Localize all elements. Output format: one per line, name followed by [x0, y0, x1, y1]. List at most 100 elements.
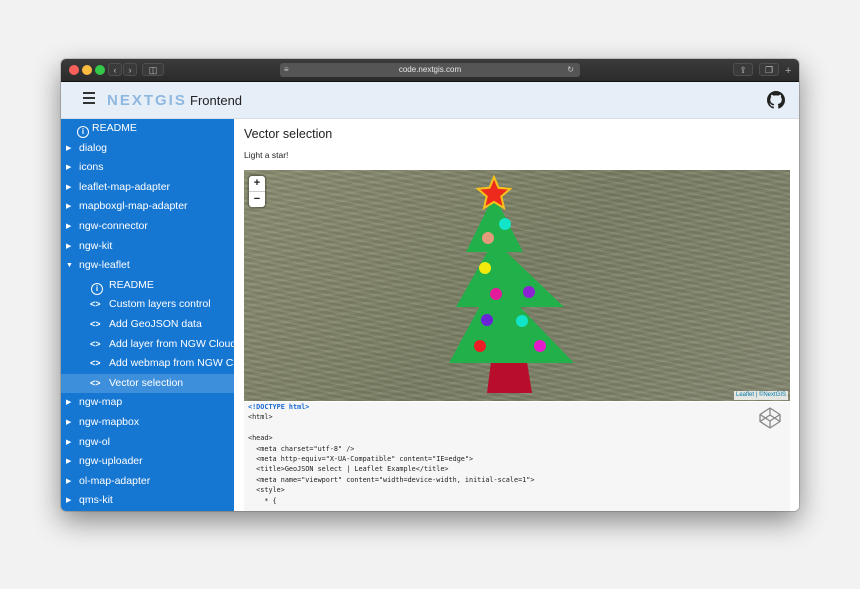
sidebar-item-label: ngw-ol [79, 435, 110, 448]
caret-right-icon: ▶ [66, 164, 72, 172]
sidebar-item-label: icons [79, 161, 104, 174]
sidebar-item-label: Add webmap from NGW Cloud [109, 357, 234, 370]
url-text: code.nextgis.com [398, 65, 462, 74]
caret-right-icon: ▶ [66, 477, 72, 485]
browser-titlebar: ‹ › ◫ ≡ code.nextgis.com ↻ ⇪ ❐ + [61, 59, 799, 82]
code-icon: <> [90, 299, 101, 310]
reader-icon: ≡ [284, 65, 289, 74]
christmas-tree-layer[interactable] [244, 170, 790, 401]
sidebar-item-ngw-kit[interactable]: ▶ ngw-kit [61, 237, 234, 257]
sidebar-item-ol-map-adapter[interactable]: ▶ ol-map-adapter [61, 472, 234, 492]
leaflet-link[interactable]: Leaflet [736, 392, 754, 398]
sidebar-item-readme[interactable]: i README [61, 276, 234, 296]
ornament[interactable] [479, 262, 491, 274]
sidebar-item-add-layer-from-ngw-cloud[interactable]: <> Add layer from NGW Cloud [61, 335, 234, 355]
sidebar-item-leaflet-map-adapter[interactable]: ▶ leaflet-map-adapter [61, 178, 234, 198]
code-lines: <!DOCTYPE html> <html> <head> <meta charse… [244, 402, 790, 506]
sidebar-item-ngw-connector[interactable]: ▶ ngw-connector [61, 217, 234, 237]
maximize-window-button[interactable] [95, 65, 105, 75]
nextgis-logo[interactable]: NEXTGIS [107, 92, 187, 109]
caret-right-icon: ▶ [66, 203, 72, 211]
new-tab-button[interactable]: + [785, 65, 791, 77]
code-line: <html> [248, 413, 273, 422]
sidebar-item-ngw-leaflet[interactable]: ▼ ngw-leaflet [61, 256, 234, 276]
ornament[interactable] [499, 218, 511, 230]
caret-right-icon: ▶ [66, 497, 72, 505]
zoom-out-button[interactable]: − [249, 192, 265, 207]
back-button[interactable]: ‹ [108, 63, 122, 76]
sidebar-nav: i README ▶ dialog ▶ icons ▶ leaflet-map-adapter… [61, 119, 234, 511]
close-window-button[interactable] [69, 65, 79, 75]
sidebar-item-mapboxgl-map-adapter[interactable]: ▶ mapboxgl-map-adapter [61, 197, 234, 217]
plus-icon: + [785, 65, 792, 77]
ornament[interactable] [534, 340, 546, 352]
code-line: <style> [248, 486, 285, 495]
chevron-left-icon: ‹ [113, 65, 117, 75]
reload-icon[interactable]: ↻ [567, 63, 574, 77]
tree-tier-top[interactable] [466, 195, 523, 252]
caret-right-icon: ▶ [66, 222, 72, 230]
sidebar-item-label: leaflet-map-adapter [79, 180, 171, 193]
ornament[interactable] [523, 286, 535, 298]
sidebar-item-label: Vector selection [109, 376, 184, 389]
sidebar-item-label: README [109, 278, 154, 291]
codepen-icon[interactable] [758, 406, 782, 430]
sidebar-item-ngw-uploader[interactable]: ▶ ngw-uploader [61, 452, 234, 472]
code-line: <!DOCTYPE html> [248, 403, 310, 411]
sidebar-item-qms-kit[interactable]: ▶ qms-kit [61, 491, 234, 511]
sidebar-item-icons[interactable]: ▶ icons [61, 158, 234, 178]
sidebar-item-ngw-ol[interactable]: ▶ ngw-ol [61, 433, 234, 453]
code-block[interactable]: <!DOCTYPE html> <html> <head> <meta charse… [244, 402, 790, 511]
ornament[interactable] [481, 314, 493, 326]
browser-window: ‹ › ◫ ≡ code.nextgis.com ↻ ⇪ ❐ + NEXTGIS… [61, 59, 799, 511]
sidebar-item-label: mapboxgl-map-adapter [79, 200, 188, 213]
ornament[interactable] [490, 288, 502, 300]
chevron-right-icon: › [128, 65, 132, 75]
caret-right-icon: ▶ [66, 458, 72, 466]
ornament[interactable] [516, 315, 528, 327]
sidebar-item-vector-selection[interactable]: <> Vector selection [61, 373, 234, 394]
zoom-in-button[interactable]: + [249, 176, 265, 192]
code-line: <meta http-equiv="X-UA-Compatible" conte… [248, 454, 474, 463]
sidebar: i README ▶ dialog ▶ icons ▶ leaflet-map-adapter… [61, 119, 234, 511]
sidebar-item-label: Add layer from NGW Cloud [109, 337, 234, 350]
code-line: <meta charset="utf-8" /> [248, 444, 355, 453]
sidebar-item-ngw-mapbox[interactable]: ▶ ngw-mapbox [61, 413, 234, 433]
caret-right-icon: ▶ [66, 438, 72, 446]
minimize-window-button[interactable] [82, 65, 92, 75]
sidebar-item-dialog[interactable]: ▶ dialog [61, 139, 234, 159]
page-title: Vector selection [244, 127, 333, 141]
forward-button[interactable]: › [123, 63, 137, 76]
page-subtitle: Light a star! [244, 150, 289, 160]
caret-down-icon: ▼ [66, 262, 73, 270]
sidebar-icon: ◫ [148, 65, 158, 75]
sidebar-toggle-button[interactable]: ◫ [142, 63, 164, 76]
sidebar-item-label: ngw-connector [79, 219, 148, 232]
sidebar-item-add-webmap-from-ngw-cloud[interactable]: <> Add webmap from NGW Cloud [61, 354, 234, 374]
menu-icon[interactable] [83, 92, 95, 107]
caret-right-icon: ▶ [66, 183, 72, 191]
sidebar-item-ngw-map[interactable]: ▶ ngw-map [61, 393, 234, 413]
sidebar-item-label: ngw-map [79, 396, 123, 409]
tabs-button[interactable]: ❐ [759, 63, 779, 76]
sidebar-item-custom-layers-control[interactable]: <> Custom layers control [61, 295, 234, 315]
sidebar-item-label: Custom layers control [109, 298, 211, 311]
code-line: <head> [248, 434, 273, 443]
sidebar-item-label: dialog [79, 141, 108, 154]
sidebar-item-label: qms-kit [79, 494, 113, 507]
ornament[interactable] [482, 232, 494, 244]
code-line: * { [248, 496, 277, 505]
sidebar-item-add-geojson-data[interactable]: <> Add GeoJSON data [61, 315, 234, 335]
address-bar[interactable]: ≡ code.nextgis.com ↻ [280, 63, 580, 77]
sidebar-item-label: ngw-leaflet [79, 259, 130, 272]
ornament[interactable] [474, 340, 486, 352]
github-icon[interactable] [767, 91, 785, 109]
caret-right-icon: ▶ [66, 144, 72, 152]
share-button[interactable]: ⇪ [733, 63, 753, 76]
nextgis-link[interactable]: ©NextGIS [759, 392, 786, 398]
tree-trunk[interactable] [487, 362, 532, 393]
map-view[interactable]: + − Leaflet | ©NextGIS [244, 170, 790, 401]
code-icon: <> [90, 377, 101, 388]
sidebar-item-readme[interactable]: i README [61, 119, 234, 139]
